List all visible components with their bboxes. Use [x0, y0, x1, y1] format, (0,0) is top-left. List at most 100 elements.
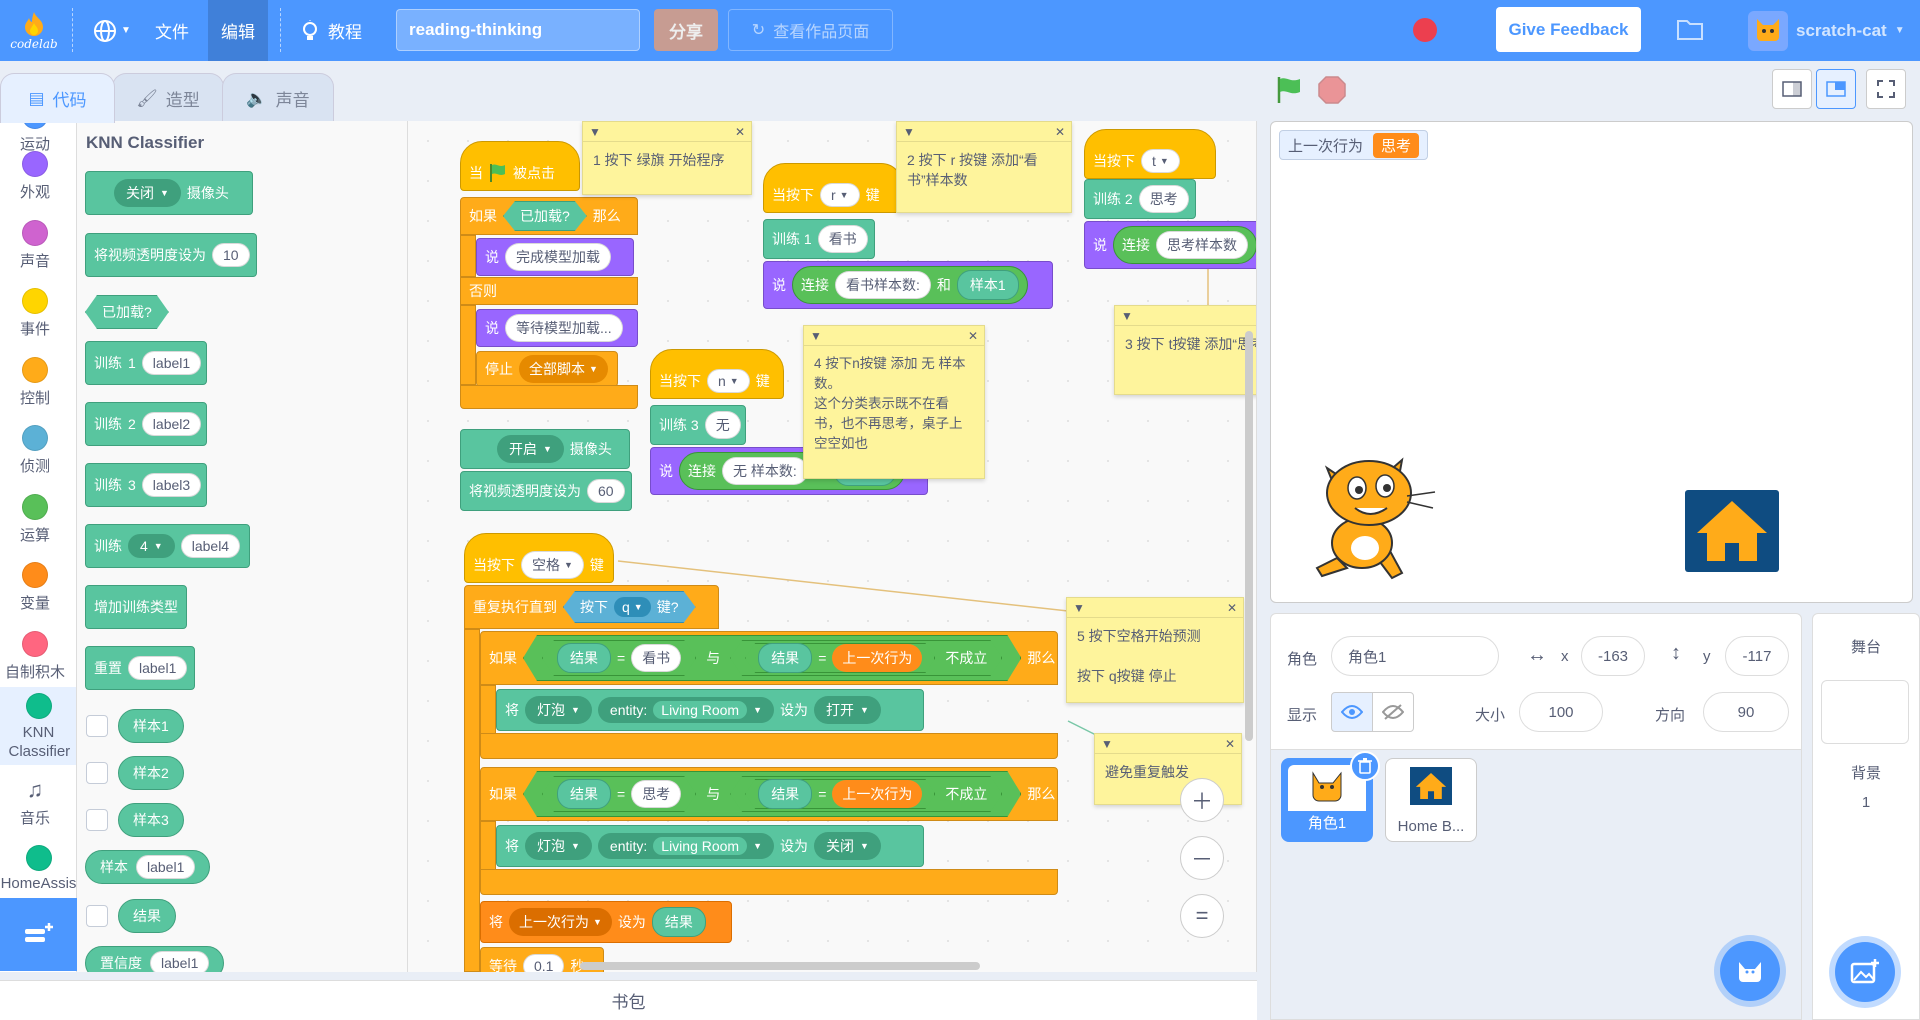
- comment-header[interactable]: ▼ ✕: [804, 326, 984, 346]
- zoom-out-button[interactable]: －: [1180, 836, 1224, 880]
- comment-text[interactable]: 3 按下 t按键 添加“思考”样本数: [1115, 326, 1256, 362]
- folder-icon[interactable]: [1676, 17, 1704, 46]
- key-dropdown[interactable]: t ▼: [1141, 149, 1180, 173]
- set-variable-block[interactable]: 将 上一次行为 ▼ 设为 结果: [480, 901, 732, 943]
- stop-button[interactable]: [1317, 75, 1347, 105]
- normal-stage-button[interactable]: [1816, 69, 1856, 109]
- variable-monitor[interactable]: 上一次行为 思考: [1279, 130, 1429, 160]
- label-input[interactable]: label2: [141, 412, 202, 436]
- entity-dropdown[interactable]: entity: Living Room ▼: [597, 697, 775, 723]
- variable-dropdown[interactable]: 上一次行为 ▼: [509, 908, 612, 936]
- value-input[interactable]: 思考: [631, 780, 681, 808]
- block-train-3[interactable]: 训练 3 label3: [85, 463, 207, 507]
- show-hidden-button[interactable]: [1372, 692, 1414, 732]
- hat-green-flag[interactable]: 当 被点击: [460, 141, 580, 191]
- y-input[interactable]: -117: [1725, 636, 1789, 676]
- category-looks[interactable]: 外观: [0, 151, 70, 202]
- reporter-sample3[interactable]: 样本3: [118, 803, 184, 837]
- logo[interactable]: codelab: [6, 0, 62, 61]
- category-my-blocks[interactable]: 自制积木: [0, 631, 70, 682]
- block-add-type[interactable]: 增加训练类型: [85, 585, 187, 629]
- and-operator[interactable]: 结果 = 思考 与 结果 = 上一次行为 不成立: [523, 771, 1021, 817]
- label-input[interactable]: 无: [704, 411, 741, 439]
- checkbox-result[interactable]: [86, 905, 108, 927]
- set-transparency-block[interactable]: 将视频透明度设为 60: [460, 471, 632, 511]
- show-visible-button[interactable]: [1331, 692, 1373, 732]
- menu-tutorials[interactable]: 教程: [292, 0, 370, 61]
- block-train-4[interactable]: 训练 4 ▼ label4: [85, 524, 250, 568]
- stop-block[interactable]: 停止 全部脚本 ▼: [476, 351, 618, 387]
- if-block[interactable]: 如果 结果 = 看书 与 结果 = 上一次行为 不成立 那么: [480, 631, 1058, 685]
- script-workspace[interactable]: 当 被点击 如果 已加载? 那么 说 完成模型加载 否则 说 等待模型加载...…: [408, 121, 1257, 972]
- comment-header[interactable]: ▼: [1115, 306, 1256, 326]
- label-input[interactable]: 看书: [817, 225, 868, 253]
- share-button[interactable]: 分享: [654, 9, 718, 51]
- join-operator[interactable]: 连接 思考样本数: [1113, 226, 1256, 264]
- menu-file[interactable]: 文件: [148, 0, 196, 61]
- category-sound[interactable]: 声音: [0, 220, 70, 271]
- key-dropdown[interactable]: q ▼: [614, 597, 651, 617]
- train-block[interactable]: 训练 2 思考: [1084, 179, 1196, 219]
- project-title-input[interactable]: reading-thinking: [396, 9, 640, 51]
- home-sprite[interactable]: [1685, 490, 1779, 572]
- camera-on-block[interactable]: 开启 ▼ 摄像头: [460, 429, 630, 469]
- state-dropdown[interactable]: 打开 ▼: [814, 696, 881, 724]
- hat-key-space[interactable]: 当按下 空格 ▼ 键: [464, 533, 614, 583]
- result-reporter[interactable]: 结果: [758, 643, 812, 673]
- variable-reporter[interactable]: 上一次行为: [832, 780, 922, 808]
- device-dropdown[interactable]: 灯泡 ▼: [525, 696, 592, 724]
- comment-header[interactable]: ▼ ✕: [897, 122, 1071, 142]
- add-backdrop-button[interactable]: [1835, 942, 1895, 1002]
- repeat-until-block[interactable]: 重复执行直到 按下 q ▼ 键?: [464, 585, 719, 629]
- transparency-input[interactable]: 60: [587, 479, 625, 503]
- size-input[interactable]: 100: [1519, 692, 1603, 732]
- sprite-tile-selected[interactable]: 角色1: [1281, 751, 1380, 842]
- checkbox-sample2[interactable]: [86, 762, 108, 784]
- equals-operator[interactable]: 结果 = 上一次行为: [745, 779, 935, 809]
- if-else-block[interactable]: 如果 已加载? 那么: [460, 197, 638, 235]
- hat-key-t[interactable]: 当按下 t ▼: [1084, 129, 1216, 179]
- zoom-reset-button[interactable]: =: [1180, 894, 1224, 938]
- workspace-vscrollbar[interactable]: [1245, 331, 1253, 741]
- close-icon[interactable]: ✕: [1055, 125, 1065, 139]
- category-sensing[interactable]: 侦测: [0, 425, 70, 476]
- hat-key-r[interactable]: 当按下 r ▼ 键: [763, 163, 903, 213]
- ha-set-block[interactable]: 将 灯泡 ▼ entity: Living Room ▼ 设为 打开 ▼: [496, 689, 924, 731]
- key-pressed-condition[interactable]: 按下 q ▼ 键?: [563, 591, 696, 623]
- tab-code[interactable]: ▤ 代码: [0, 73, 115, 123]
- close-icon[interactable]: ✕: [1225, 737, 1235, 751]
- category-operators[interactable]: 运算: [0, 494, 70, 545]
- train-index-dropdown[interactable]: 4 ▼: [128, 534, 175, 558]
- tab-costumes[interactable]: 🖌 造型: [112, 73, 224, 123]
- fullscreen-button[interactable]: [1866, 69, 1906, 109]
- stage[interactable]: 上一次行为 思考: [1270, 121, 1913, 603]
- see-project-button[interactable]: ↻ 查看作品页面: [728, 9, 893, 51]
- checkbox-sample3[interactable]: [86, 809, 108, 831]
- comment-header[interactable]: ▼ ✕: [1067, 598, 1243, 618]
- key-dropdown[interactable]: 空格 ▼: [521, 551, 584, 579]
- category-music[interactable]: ♫ 音乐: [0, 777, 70, 828]
- label-input[interactable]: label1: [128, 656, 188, 680]
- say-block[interactable]: 说 等待模型加载...: [476, 309, 638, 347]
- say-block[interactable]: 说 完成模型加载: [476, 238, 634, 276]
- category-knn[interactable]: KNN Classifier: [0, 687, 76, 765]
- train-block[interactable]: 训练 3 无: [650, 405, 746, 445]
- result-reporter[interactable]: 结果: [651, 907, 706, 937]
- comment-text[interactable]: 2 按下 r 按键 添加“看书”样本数: [897, 142, 1071, 198]
- x-input[interactable]: -163: [1581, 636, 1645, 676]
- comment-header[interactable]: ▼ ✕: [583, 122, 751, 142]
- wait-input[interactable]: 0.1: [523, 954, 565, 972]
- join-text-input[interactable]: 看书样本数:: [835, 271, 931, 299]
- cat-sprite[interactable]: [1307, 448, 1437, 588]
- category-control[interactable]: 控制: [0, 357, 70, 408]
- equals-operator[interactable]: 结果 = 思考: [542, 776, 696, 812]
- variable-reporter[interactable]: 上一次行为: [832, 644, 922, 672]
- stage-selector[interactable]: 舞台 背景 1: [1812, 613, 1920, 1020]
- tab-sounds[interactable]: 🔈 声音: [222, 73, 334, 123]
- comment-text[interactable]: 5 按下空格开始预测 按下 q按键 停止: [1067, 618, 1243, 694]
- key-dropdown[interactable]: n ▼: [707, 369, 750, 393]
- comment-note-4[interactable]: ▼ ✕ 4 按下n按键 添加 无 样本数。 这个分类表示既不在看书，也不再思考，桌…: [803, 325, 985, 479]
- zoom-in-button[interactable]: ＋: [1180, 778, 1224, 822]
- entity-dropdown[interactable]: entity: Living Room ▼: [597, 833, 775, 859]
- result-reporter[interactable]: 结果: [557, 643, 611, 673]
